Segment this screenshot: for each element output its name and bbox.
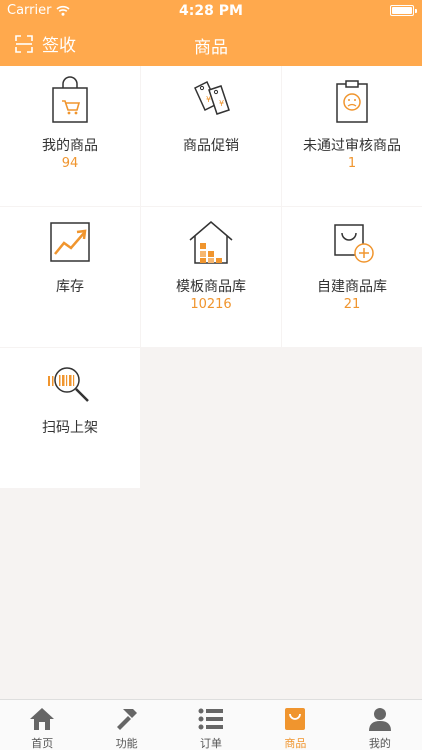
grid-item-label: 模板商品库 [176,279,246,295]
tab-label: 我的 [368,737,391,750]
grid-item-rejected-products[interactable]: 未通过审核商品 1 [282,66,422,206]
tab-functions[interactable]: 功能 [84,700,168,750]
home-icon [30,708,55,730]
header: Carrier 4:28 PM 签收 商品 [0,0,422,66]
price-tag-icon: ¥ ¥ [194,80,230,115]
tab-label: 首页 [31,737,54,750]
hammer-icon [116,709,137,730]
tab-orders[interactable]: 订单 [169,700,253,750]
tab-label: 功能 [115,737,138,750]
sign-for-button[interactable]: 签收 [14,31,76,56]
shopping-bag-icon [52,76,88,123]
grid-item-template-library[interactable]: 模板商品库 10216 [141,207,281,347]
rejected-clipboard-icon [336,80,368,123]
grid-item-label: 自建商品库 [317,279,387,295]
grid-item-label: 库存 [56,279,84,295]
grid-item-label: 我的商品 [42,138,98,154]
tab-mine[interactable]: 我的 [338,700,422,750]
svg-text:¥: ¥ [219,99,224,108]
stock-chart-icon [50,222,90,262]
bag-icon [285,708,306,730]
tab-label: 订单 [200,737,223,750]
navigation-bar: 签收 商品 [0,22,422,66]
grid-item-my-products[interactable]: 我的商品 94 [0,66,140,206]
list-icon [198,708,224,730]
grid-item-promotions[interactable]: ¥ ¥ 商品促销 [141,66,281,206]
user-icon [368,708,391,731]
grid-item-label: 商品促销 [183,138,239,154]
grid-item-label: 未通过审核商品 [303,138,401,154]
grid-item-count: 21 [343,297,361,312]
tab-label: 商品 [284,737,307,750]
warehouse-icon [189,221,233,264]
tab-home[interactable]: 首页 [0,700,84,750]
svg-text:¥: ¥ [206,95,211,104]
battery-icon [390,5,417,16]
scan-icon [15,34,33,53]
grid-item-scan-to-list[interactable]: 扫码上架 [0,348,140,488]
grid-item-label: 扫码上架 [42,420,98,436]
tab-products[interactable]: 商品 [253,700,337,750]
grid-item-count: 10216 [190,297,232,312]
grid-item-count: 94 [61,156,79,171]
tab-bar: 首页 功能 订单 商品 我的 [0,699,422,750]
sign-for-label: 签收 [42,36,76,56]
add-bag-icon [334,224,374,263]
status-bar: Carrier 4:28 PM [0,0,422,22]
grid-item-inventory[interactable]: 库存 [0,207,140,347]
status-time: 4:28 PM [179,3,243,19]
grid-item-count: 1 [347,156,357,171]
barcode-scan-icon [48,367,89,402]
grid-item-custom-library[interactable]: 自建商品库 21 [282,207,422,347]
